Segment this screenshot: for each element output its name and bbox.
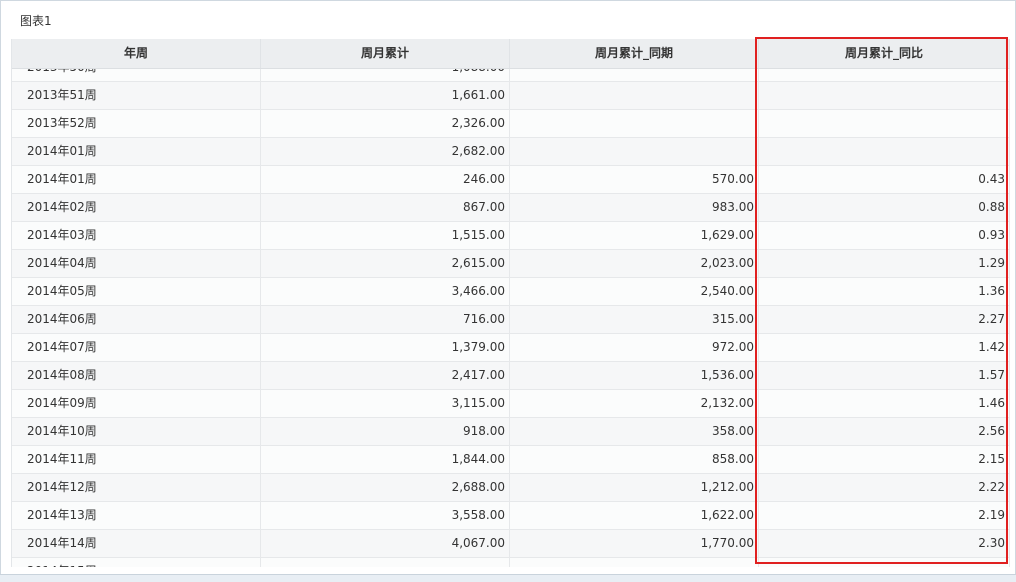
cell-cumulative: 3,558.00 <box>261 502 510 530</box>
cell-cumulative: 2,682.00 <box>261 138 510 166</box>
cell-cumulative-prior-period: 358.00 <box>510 418 759 446</box>
cell-cumulative-prior-period <box>510 138 759 166</box>
cell-cumulative: 246.00 <box>261 166 510 194</box>
widget-title: 图表1 <box>20 14 52 28</box>
cell-cumulative-yoy: 2.15 <box>759 446 1010 474</box>
cell-cumulative: 3,466.00 <box>261 278 510 306</box>
cell-cumulative-yoy: 1.36 <box>759 278 1010 306</box>
cell-cumulative-yoy: 1.57 <box>759 362 1010 390</box>
column-header-cumulative-yoy[interactable]: 周月累计_同比 <box>759 39 1010 68</box>
cell-year-week: 2013年52周 <box>12 110 261 138</box>
cell-cumulative-prior-period: 1,629.00 <box>510 222 759 250</box>
table-header: 年周 周月累计 周月累计_同期 周月累计_同比 <box>12 39 1010 69</box>
cell-cumulative: 1,515.00 <box>261 222 510 250</box>
cell-cumulative-yoy: 0.43 <box>759 166 1010 194</box>
cell-year-week: 2014年06周 <box>12 306 261 334</box>
cell-cumulative-prior-period: 1,622.00 <box>510 502 759 530</box>
cell-cumulative-prior-period: 858.00 <box>510 446 759 474</box>
cell-cumulative-yoy <box>759 138 1010 166</box>
table-row[interactable]: 2013年52周 2,326.00 <box>12 110 1010 138</box>
cell-cumulative: 4,067.00 <box>261 530 510 558</box>
cell-cumulative-yoy: 1.29 <box>759 250 1010 278</box>
table-body: 2013年50周1,088.002013年51周1,661.002013年52周… <box>12 54 1010 567</box>
cell-year-week: 2014年04周 <box>12 250 261 278</box>
cell-cumulative-prior-period: 315.00 <box>510 306 759 334</box>
table-row[interactable]: 2014年12周 2,688.00 1,212.00 2.22 <box>12 474 1010 502</box>
cell-cumulative-prior-period: 972.00 <box>510 334 759 362</box>
cell-cumulative-prior-period: 1,212.00 <box>510 474 759 502</box>
cell-cumulative-prior-period: 1,770.00 <box>510 530 759 558</box>
cell-cumulative: 2,417.00 <box>261 362 510 390</box>
data-table[interactable]: 年周 周月累计 周月累计_同期 周月累计_同比 2013年50周1,088.00… <box>11 39 1010 567</box>
cell-year-week: 2014年07周 <box>12 334 261 362</box>
table-row[interactable]: 2014年10周 918.00 358.00 2.56 <box>12 418 1010 446</box>
cell-year-week: 2014年01周 <box>12 166 261 194</box>
cell-year-week: 2014年12周 <box>12 474 261 502</box>
cell-year-week: 2014年03周 <box>12 222 261 250</box>
column-header-cumulative-prior-period[interactable]: 周月累计_同期 <box>510 39 759 68</box>
cell-year-week: 2014年09周 <box>12 390 261 418</box>
cell-cumulative-prior-period: 2,023.00 <box>510 250 759 278</box>
cell-year-week: 2014年02周 <box>12 194 261 222</box>
cell-year-week: 2014年08周 <box>12 362 261 390</box>
table-row[interactable]: 2014年01周 246.00 570.00 0.43 <box>12 166 1010 194</box>
cell-cumulative: 716.00 <box>261 306 510 334</box>
cell-year-week: 2013年51周 <box>12 82 261 110</box>
cell-year-week: 2014年11周 <box>12 446 261 474</box>
table-row[interactable]: 2014年05周 3,466.00 2,540.00 1.36 <box>12 278 1010 306</box>
chart-widget: 图表1 年周 周月累计 周月累计_同期 周月累计_同比 2013年50周1,08… <box>0 0 1016 581</box>
table-row[interactable]: 2014年03周 1,515.00 1,629.00 0.93 <box>12 222 1010 250</box>
column-header-year-week[interactable]: 年周 <box>12 39 261 68</box>
table-row[interactable]: 2014年15周 <box>12 558 1010 567</box>
cell-cumulative-prior-period: 2,540.00 <box>510 278 759 306</box>
cell-year-week: 2014年10周 <box>12 418 261 446</box>
cell-cumulative-yoy: 0.88 <box>759 194 1010 222</box>
cell-cumulative-prior-period <box>510 110 759 138</box>
cell-year-week: 2014年13周 <box>12 502 261 530</box>
cell-cumulative-yoy: 1.42 <box>759 334 1010 362</box>
cell-cumulative-prior-period: 570.00 <box>510 166 759 194</box>
cell-year-week: 2014年15周 <box>12 558 261 567</box>
table-row[interactable]: 2014年13周 3,558.00 1,622.00 2.19 <box>12 502 1010 530</box>
table-row[interactable]: 2014年02周 867.00 983.00 0.88 <box>12 194 1010 222</box>
cell-cumulative-yoy: 2.19 <box>759 502 1010 530</box>
cell-cumulative-yoy: 2.30 <box>759 530 1010 558</box>
cell-cumulative-prior-period: 983.00 <box>510 194 759 222</box>
cell-cumulative: 1,379.00 <box>261 334 510 362</box>
cell-cumulative-prior-period <box>510 558 759 567</box>
cell-year-week: 2014年05周 <box>12 278 261 306</box>
cell-cumulative-yoy: 2.27 <box>759 306 1010 334</box>
table-row[interactable]: 2014年07周 1,379.00 972.00 1.42 <box>12 334 1010 362</box>
table-row[interactable]: 2014年09周 3,115.00 2,132.00 1.46 <box>12 390 1010 418</box>
cell-cumulative-yoy: 1.46 <box>759 390 1010 418</box>
cell-cumulative-prior-period: 2,132.00 <box>510 390 759 418</box>
cell-cumulative: 2,615.00 <box>261 250 510 278</box>
cell-cumulative-yoy: 0.93 <box>759 222 1010 250</box>
cell-cumulative-yoy <box>759 82 1010 110</box>
cell-cumulative-yoy <box>759 110 1010 138</box>
cell-cumulative: 867.00 <box>261 194 510 222</box>
table-row[interactable]: 2014年04周 2,615.00 2,023.00 1.29 <box>12 250 1010 278</box>
cell-cumulative: 1,661.00 <box>261 82 510 110</box>
column-header-cumulative[interactable]: 周月累计 <box>261 39 510 68</box>
cell-cumulative: 1,844.00 <box>261 446 510 474</box>
cell-cumulative-yoy: 2.56 <box>759 418 1010 446</box>
cell-cumulative: 2,326.00 <box>261 110 510 138</box>
cell-cumulative: 918.00 <box>261 418 510 446</box>
cell-cumulative: 2,688.00 <box>261 474 510 502</box>
table-row[interactable]: 2014年14周 4,067.00 1,770.00 2.30 <box>12 530 1010 558</box>
cell-cumulative-prior-period <box>510 82 759 110</box>
table-row[interactable]: 2014年06周 716.00 315.00 2.27 <box>12 306 1010 334</box>
table-row[interactable]: 2013年51周 1,661.00 <box>12 82 1010 110</box>
table-row[interactable]: 2014年11周 1,844.00 858.00 2.15 <box>12 446 1010 474</box>
cell-cumulative-prior-period: 1,536.00 <box>510 362 759 390</box>
cell-year-week: 2014年14周 <box>12 530 261 558</box>
table-row[interactable]: 2014年08周 2,417.00 1,536.00 1.57 <box>12 362 1010 390</box>
cell-year-week: 2014年01周 <box>12 138 261 166</box>
table-row[interactable]: 2014年01周 2,682.00 <box>12 138 1010 166</box>
cell-cumulative <box>261 558 510 567</box>
cell-cumulative-yoy: 2.22 <box>759 474 1010 502</box>
cell-cumulative-yoy <box>759 558 1010 567</box>
cell-cumulative: 3,115.00 <box>261 390 510 418</box>
